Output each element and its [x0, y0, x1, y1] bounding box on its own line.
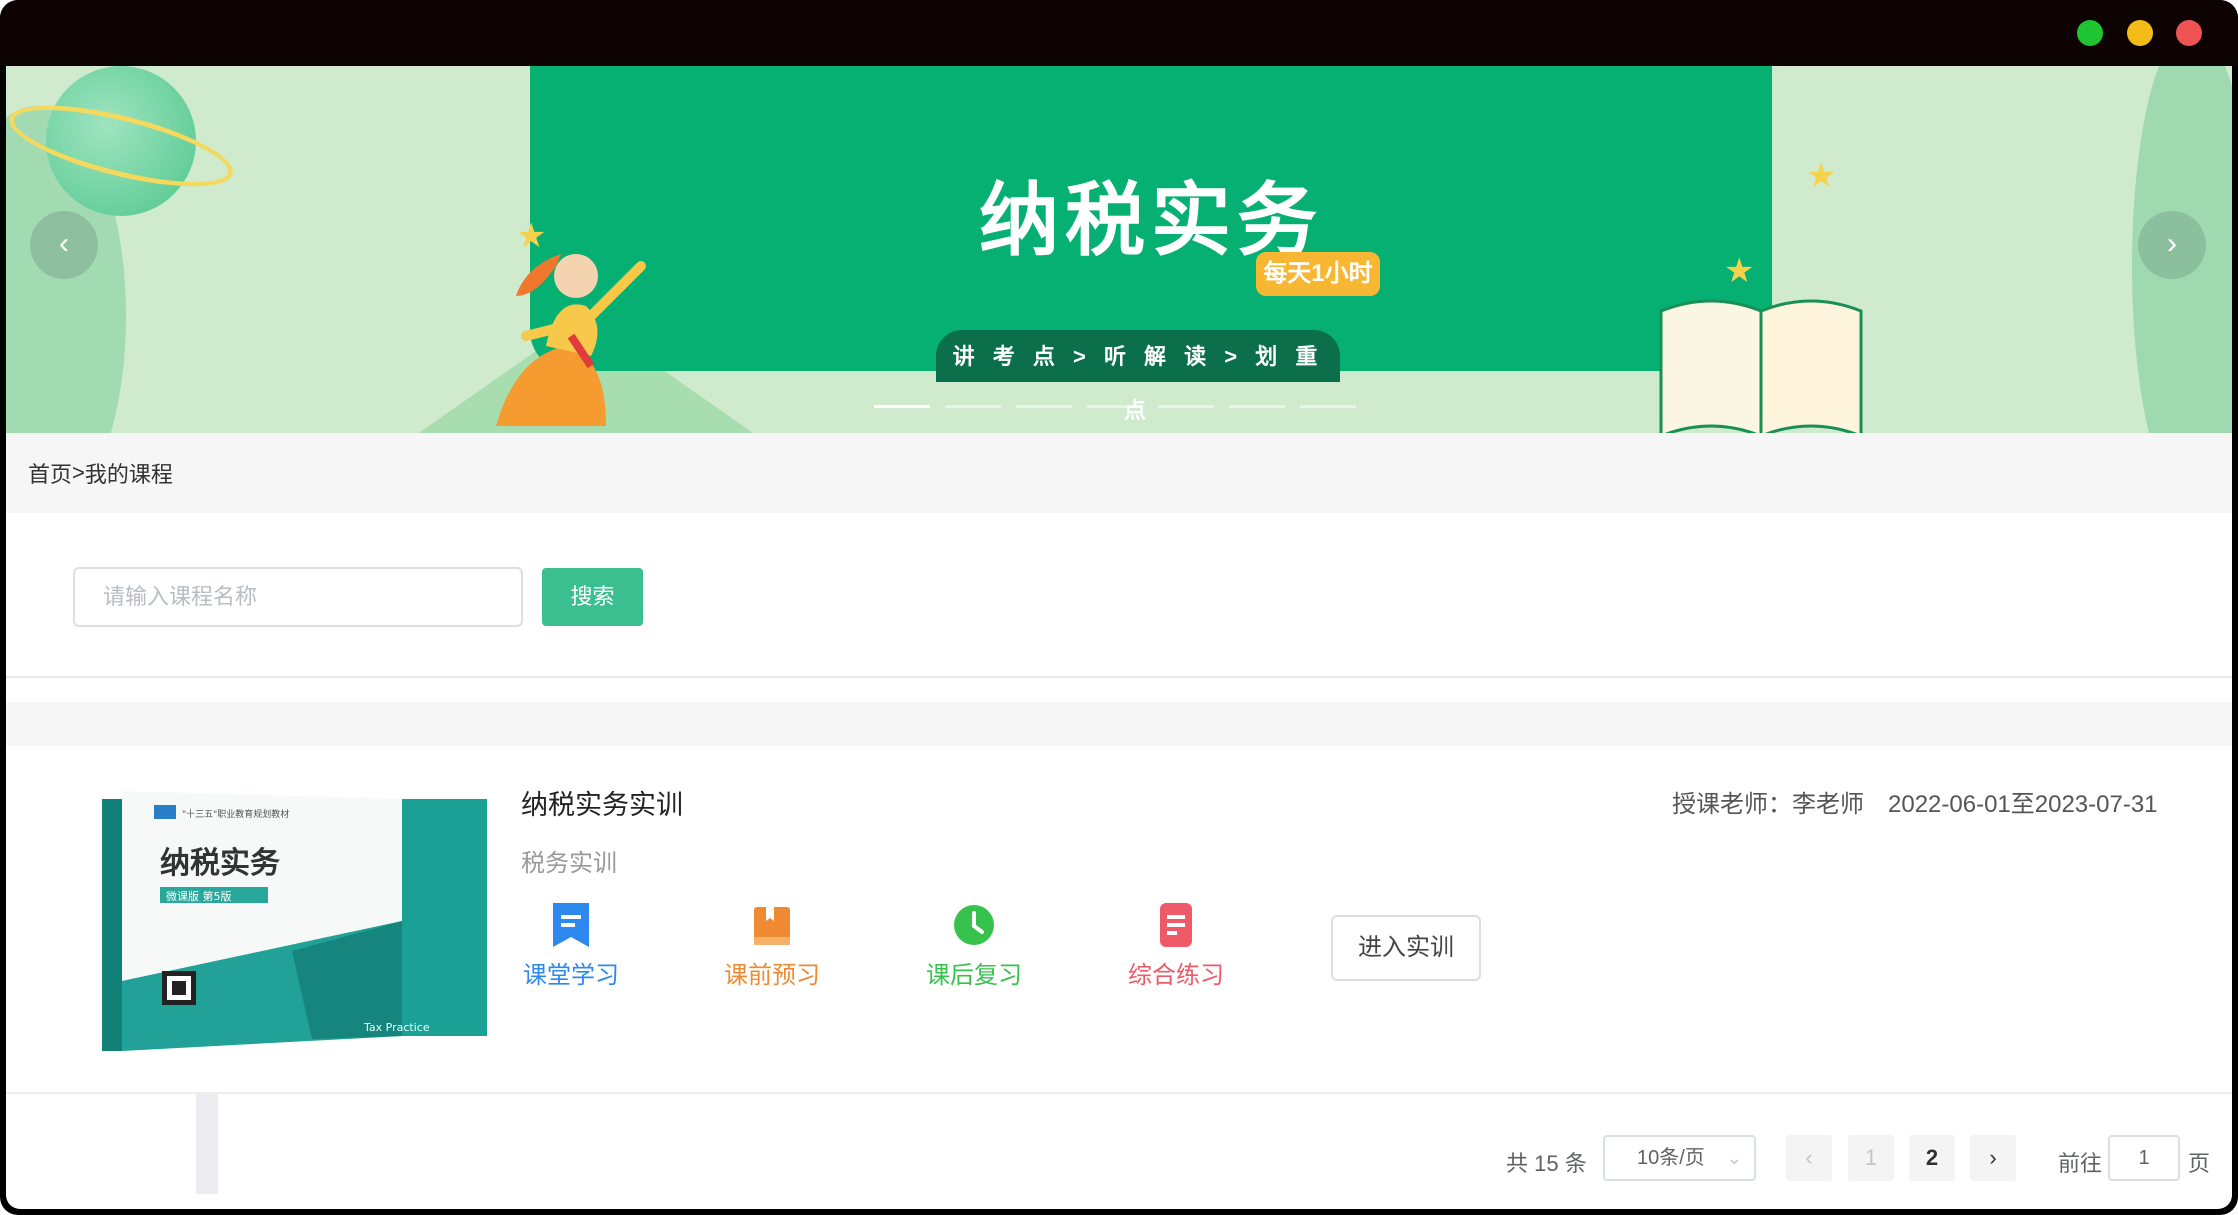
banner-carousel: 纳税实务 每天1小时 讲 考 点 > 听 解 读 > 划 重 点 ★ ★ ★ ‹…: [6, 66, 2232, 433]
clock-icon: [954, 905, 994, 945]
pagination-page-2[interactable]: 2: [1909, 1135, 1955, 1181]
pagination-next-button[interactable]: ›: [1970, 1135, 2016, 1181]
cover-series: "十三五"职业教育规划教材: [182, 808, 289, 820]
enter-training-button[interactable]: 进入实训: [1331, 915, 1481, 981]
cover-edition: 微课版 第5版: [166, 889, 232, 903]
bookmark-icon: [553, 903, 589, 947]
page-size-select[interactable]: 10条/页 ⌄: [1603, 1135, 1756, 1181]
star-icon: ★: [1724, 252, 1755, 290]
carousel-indicator[interactable]: [1158, 405, 1214, 408]
divider: [6, 1092, 2232, 1094]
breadcrumb-current: 我的课程: [84, 462, 173, 487]
course-cover-image[interactable]: "十三五"职业教育规划教材 纳税实务 微课版 第5版 Tax Practice: [92, 781, 492, 1058]
carousel-indicator[interactable]: [874, 405, 930, 408]
banner-title: 纳税实务: [979, 174, 1323, 267]
comprehensive-practice-button[interactable]: 综合练习: [1116, 901, 1236, 1001]
close-button[interactable]: [2176, 20, 2202, 46]
carousel-indicator[interactable]: [1016, 405, 1072, 408]
classroom-study-label: 课堂学习: [523, 962, 619, 989]
breadcrumb-bar: 首页>我的课程: [6, 433, 2232, 513]
chevron-down-icon: ⌄: [1726, 1148, 1742, 1168]
course-teacher: 授课老师：李老师: [1672, 791, 1864, 818]
carousel-indicator[interactable]: [945, 405, 1001, 408]
person-illustration: [496, 254, 646, 426]
course-title[interactable]: 纳税实务实训: [521, 783, 683, 822]
maximize-button[interactable]: [2077, 20, 2103, 46]
pagination-page-suffix: 页: [2188, 1151, 2211, 1176]
banner-subtitle: 讲 考 点 > 听 解 读 > 划 重 点: [936, 330, 1340, 423]
section-gap: [6, 702, 2232, 746]
carousel-next-button[interactable]: ›: [2138, 211, 2206, 279]
book-icon: [754, 907, 790, 945]
comprehensive-practice-label: 综合练习: [1128, 962, 1224, 989]
pre-class-preview-button[interactable]: 课前预习: [712, 901, 832, 1001]
after-class-review-label: 课后复习: [926, 962, 1022, 989]
star-icon: ★: [1806, 157, 1837, 195]
pagination-goto-input[interactable]: 1: [2108, 1135, 2180, 1181]
course-search-input[interactable]: [73, 567, 523, 627]
after-class-review-button[interactable]: 课后复习: [914, 901, 1034, 1001]
classroom-study-button[interactable]: 课堂学习: [511, 901, 631, 1001]
cover-title: 纳税实务: [160, 846, 280, 881]
breadcrumb-home-link[interactable]: 首页: [28, 462, 72, 487]
page-content: 纳税实务 每天1小时 讲 考 点 > 听 解 读 > 划 重 点 ★ ★ ★ ‹…: [6, 66, 2232, 1209]
course-type: 税务实训: [521, 850, 617, 877]
page-size-value: 10条/页: [1637, 1147, 1705, 1169]
breadcrumb-separator: >: [72, 460, 85, 485]
carousel-indicator[interactable]: [1229, 405, 1285, 408]
app-window: 纳税实务 每天1小时 讲 考 点 > 听 解 读 > 划 重 点 ★ ★ ★ ‹…: [0, 0, 2238, 1215]
search-button[interactable]: 搜索: [542, 568, 643, 626]
banner-badge: 每天1小时: [1256, 252, 1380, 296]
course-dates: 2022-06-01至2023-07-31: [1888, 791, 2158, 818]
carousel-indicator[interactable]: [1087, 405, 1143, 408]
pagination-goto-label: 前往: [2058, 1151, 2103, 1176]
scrollbar[interactable]: [196, 1094, 218, 1194]
cover-english-title: Tax Practice: [363, 1021, 430, 1034]
carousel-prev-button[interactable]: ‹: [30, 211, 98, 279]
divider: [6, 676, 2232, 678]
document-icon: [1160, 903, 1192, 947]
pagination-total: 共 15 条: [1506, 1151, 1587, 1176]
breadcrumb: 首页>我的课程: [28, 457, 173, 489]
star-icon: ★: [516, 217, 547, 255]
window-titlebar: [0, 0, 2238, 66]
pagination-page-1[interactable]: 1: [1848, 1135, 1894, 1181]
carousel-indicators: [874, 405, 1374, 409]
chevron-right-icon: ›: [2167, 227, 2177, 260]
carousel-indicator[interactable]: [1300, 405, 1356, 408]
pagination-prev-button[interactable]: ‹: [1786, 1135, 1832, 1181]
minimize-button[interactable]: [2127, 20, 2153, 46]
book-illustration: [1659, 299, 1863, 433]
chevron-left-icon: ‹: [59, 227, 69, 260]
pre-class-preview-label: 课前预习: [724, 962, 820, 989]
banner-panel: 纳税实务 每天1小时 讲 考 点 > 听 解 读 > 划 重 点: [530, 66, 1772, 423]
